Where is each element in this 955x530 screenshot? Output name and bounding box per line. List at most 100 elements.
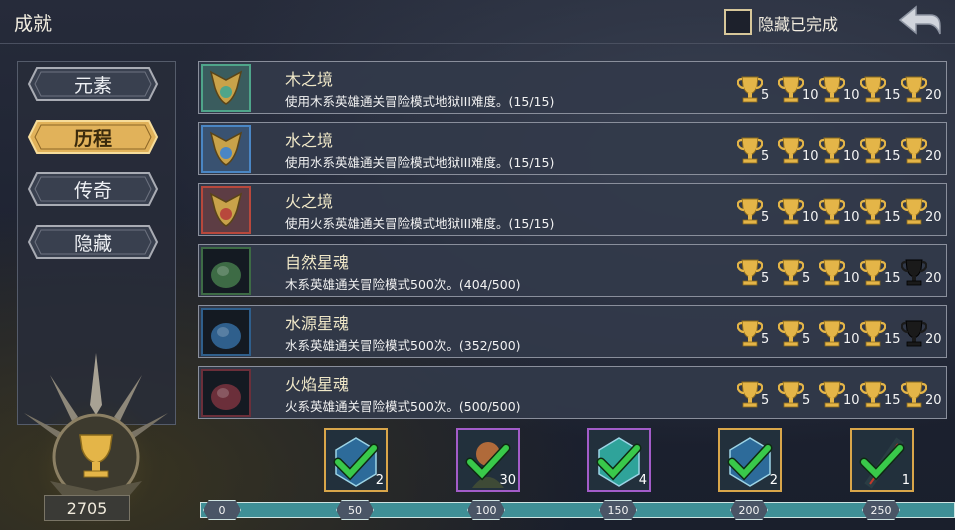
hide-completed-label[interactable]: 隐藏已完成 bbox=[758, 11, 838, 35]
milestone-reward[interactable]: 4 bbox=[587, 428, 651, 492]
score-total: 2705 bbox=[44, 495, 130, 521]
sidebar-tab-label: 历程 bbox=[73, 127, 112, 150]
trophy-icon: 10 bbox=[778, 74, 819, 108]
water-crest-icon bbox=[201, 125, 251, 173]
header-bar: 成就 隐藏已完成 bbox=[0, 0, 955, 44]
sidebar-tab-label: 传奇 bbox=[73, 179, 112, 202]
trophy-icon: 20 bbox=[901, 196, 942, 230]
achievement-row[interactable]: 火焰星魂 火系英雄通关冒险模式500次。(500/500) 5 5 10 15 20 bbox=[198, 366, 947, 419]
trophy-tiers: 5 10 10 15 20 bbox=[737, 196, 942, 230]
achievement-row[interactable]: 水之境使用水系英雄通关冒险模式地狱III难度。(15/15) 5 10 10 15 20 bbox=[198, 122, 947, 175]
wood-crest-icon bbox=[201, 64, 251, 112]
trophy-points: 10 bbox=[843, 88, 860, 103]
water-soul-icon bbox=[201, 308, 251, 356]
trophy-icon: 5 bbox=[778, 379, 819, 413]
milestone-reward[interactable]: 30 bbox=[456, 428, 520, 492]
achievement-title: 水之境 bbox=[285, 131, 334, 150]
achievement-row[interactable]: 火之境使用火系英雄通关冒险模式地狱III难度。(15/15) 5 10 10 15 20 bbox=[198, 183, 947, 236]
trophy-icon: 10 bbox=[819, 379, 860, 413]
trophy-points: 10 bbox=[843, 393, 860, 408]
achievement-description: 使用木系英雄通关冒险模式地狱III难度。(15/15) bbox=[285, 94, 555, 109]
sidebar-tab[interactable]: 元素 bbox=[27, 66, 159, 102]
trophy-icon: 10 bbox=[819, 196, 860, 230]
milestone-reward[interactable]: 1 bbox=[850, 428, 914, 492]
trophy-icon: 10 bbox=[819, 257, 860, 291]
milestone-marker: 100 bbox=[467, 500, 505, 520]
trophy-points: 20 bbox=[925, 271, 942, 286]
trophy-points: 5 bbox=[802, 393, 811, 408]
trophy-points: 15 bbox=[884, 393, 901, 408]
reward-count: 4 bbox=[638, 473, 647, 488]
milestone-marker: 50 bbox=[336, 500, 374, 520]
milestone-marker: 150 bbox=[599, 500, 637, 520]
trophy-icon: 10 bbox=[778, 196, 819, 230]
trophy-points: 15 bbox=[884, 271, 901, 286]
trophy-points: 10 bbox=[802, 210, 819, 225]
trophy-icon: 5 bbox=[778, 257, 819, 291]
trophy-icon: 5 bbox=[737, 379, 778, 413]
trophy-points: 10 bbox=[843, 271, 860, 286]
trophy-points: 15 bbox=[884, 210, 901, 225]
achievement-title: 自然星魂 bbox=[285, 253, 350, 272]
achievement-row[interactable]: 木之境 使用木系英雄通关冒险模式地狱III难度。(15/15) 5 10 10 15 20 bbox=[198, 61, 947, 114]
trophy-icon: 20 bbox=[901, 379, 942, 413]
trophy-points: 20 bbox=[925, 210, 942, 225]
trophy-tiers: 5 5 10 15 20 bbox=[737, 318, 942, 352]
trophy-points: 5 bbox=[761, 393, 770, 408]
achievement-row[interactable]: 水源星魂水系英雄通关冒险模式500次。(352/500) 5 5 10 15 20 bbox=[198, 305, 947, 358]
milestone-marker: 200 bbox=[730, 500, 768, 520]
milestone-reward[interactable]: 2 bbox=[718, 428, 782, 492]
trophy-icon: 10 bbox=[819, 74, 860, 108]
trophy-icon: 10 bbox=[778, 135, 819, 169]
sidebar-tab[interactable]: 历程 bbox=[27, 119, 159, 155]
trophy-points: 5 bbox=[802, 332, 811, 347]
trophy-icon: 20 bbox=[901, 74, 942, 108]
sidebar-tab-label: 隐藏 bbox=[73, 232, 112, 255]
reward-count: 30 bbox=[499, 473, 516, 488]
sidebar-tab[interactable]: 隐藏 bbox=[27, 224, 159, 260]
achievement-title: 木之境 bbox=[285, 70, 334, 89]
achievement-row[interactable]: 自然星魂 木系英雄通关冒险模式500次。(404/500) 5 5 10 15 20 bbox=[198, 244, 947, 297]
trophy-points: 10 bbox=[843, 332, 860, 347]
trophy-points: 15 bbox=[884, 149, 901, 164]
trophy-icon: 5 bbox=[737, 257, 778, 291]
trophy-points: 5 bbox=[761, 88, 770, 103]
achievement-title: 火之境 bbox=[285, 192, 334, 211]
trophy-points: 5 bbox=[761, 210, 770, 225]
trophy-icon: 15 bbox=[860, 196, 901, 230]
reward-count: 1 bbox=[901, 473, 910, 488]
trophy-icon: 5 bbox=[737, 318, 778, 352]
back-button[interactable] bbox=[896, 4, 944, 40]
trophy-icon: 15 bbox=[860, 318, 901, 352]
sidebar-tab[interactable]: 传奇 bbox=[27, 171, 159, 207]
trophy-points: 10 bbox=[802, 149, 819, 164]
trophy-icon: 5 bbox=[778, 318, 819, 352]
trophy-points: 20 bbox=[925, 332, 942, 347]
trophy-icon: 20 bbox=[901, 257, 942, 291]
trophy-tiers: 5 10 10 15 20 bbox=[737, 135, 942, 169]
milestone-reward[interactable]: 2 bbox=[324, 428, 388, 492]
trophy-points: 20 bbox=[925, 393, 942, 408]
trophy-points: 10 bbox=[802, 88, 819, 103]
achievement-description: 使用水系英雄通关冒险模式地狱III难度。(15/15) bbox=[285, 155, 555, 170]
reward-count: 2 bbox=[769, 473, 778, 488]
trophy-points: 10 bbox=[843, 210, 860, 225]
achievement-title: 火焰星魂 bbox=[285, 375, 350, 394]
hide-completed-checkbox[interactable] bbox=[724, 9, 752, 35]
fire-crest-icon bbox=[201, 186, 251, 234]
trophy-points: 20 bbox=[925, 149, 942, 164]
trophy-points: 5 bbox=[761, 332, 770, 347]
achievement-description: 使用火系英雄通关冒险模式地狱III难度。(15/15) bbox=[285, 216, 555, 231]
trophy-points: 15 bbox=[884, 332, 901, 347]
milestone-marker: 250 bbox=[862, 500, 900, 520]
trophy-points: 20 bbox=[925, 88, 942, 103]
trophy-tiers: 5 10 10 15 20 bbox=[737, 74, 942, 108]
trophy-icon: 5 bbox=[737, 135, 778, 169]
achievement-title: 水源星魂 bbox=[285, 314, 350, 333]
trophy-points: 10 bbox=[843, 149, 860, 164]
achievement-description: 水系英雄通关冒险模式500次。(352/500) bbox=[285, 338, 521, 353]
trophy-icon: 15 bbox=[860, 379, 901, 413]
trophy-tiers: 5 5 10 15 20 bbox=[737, 379, 942, 413]
back-arrow-icon bbox=[898, 5, 941, 35]
fire-soul-icon bbox=[201, 369, 251, 417]
